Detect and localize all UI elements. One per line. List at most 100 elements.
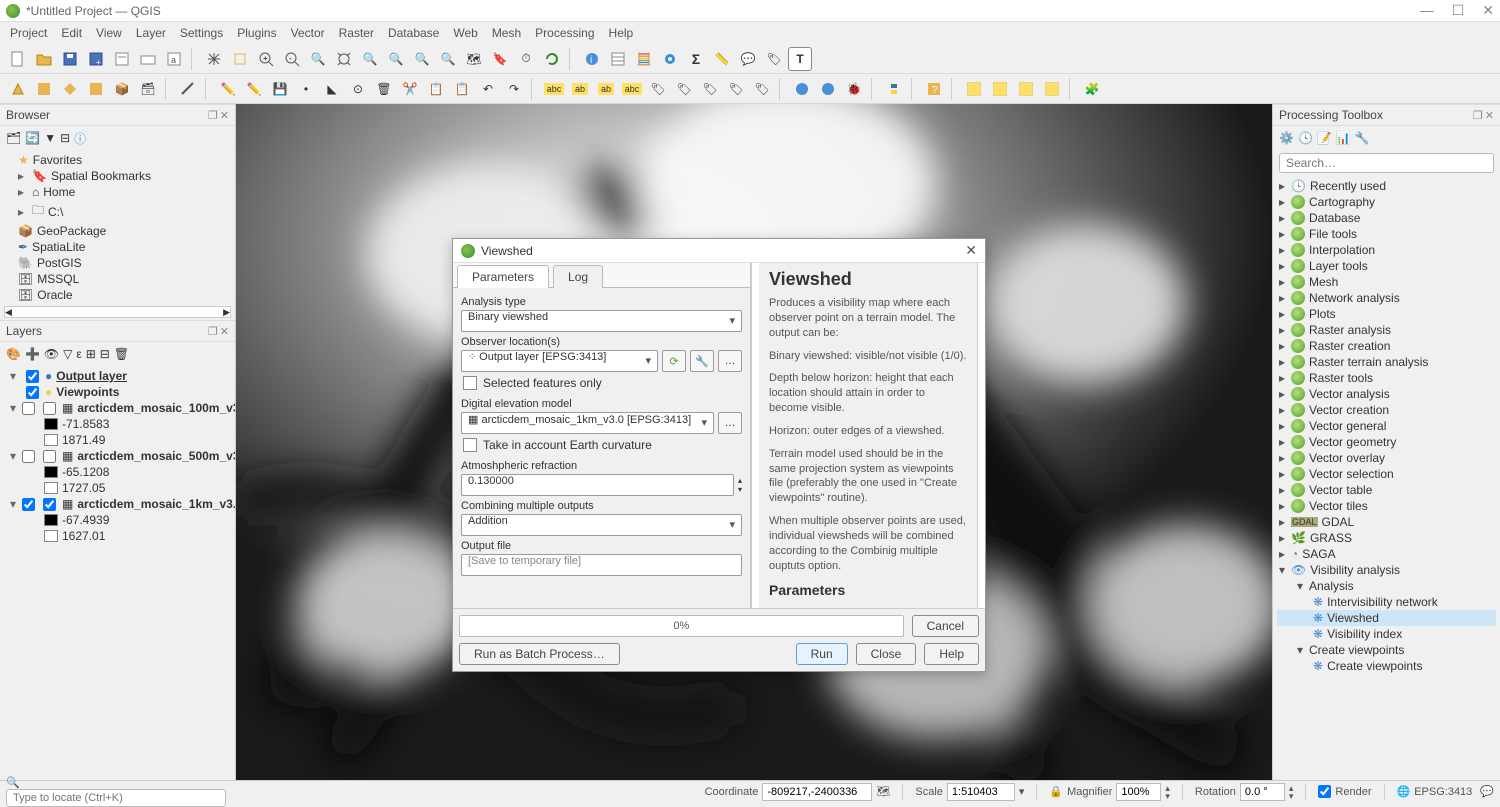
close-icon[interactable]: ✕ [1482,2,1494,19]
close-toolbox-icon[interactable]: ✕ [1485,109,1494,122]
zoom-next-icon[interactable]: 🔍 [436,47,460,71]
rp-mesh[interactable]: ▸Mesh [1277,274,1496,290]
add-layer-icon[interactable]: 🗂 [6,131,21,145]
menu-view[interactable]: View [96,26,122,40]
menu-project[interactable]: Project [10,26,47,40]
save-project-icon[interactable] [58,47,82,71]
browser-panel-header[interactable]: Browser ❐✕ [0,104,235,126]
new-map-view-icon[interactable]: 🗺 [462,47,486,71]
browser-hscroll[interactable]: ◀▶ [4,306,231,318]
menu-plugins[interactable]: Plugins [237,26,276,40]
dialog-right-scrollbar[interactable] [977,263,985,608]
rp-plots[interactable]: ▸Plots [1277,306,1496,322]
rp-vector-geometry[interactable]: ▸Vector geometry [1277,434,1496,450]
menu-processing[interactable]: Processing [535,26,594,40]
layer-100m[interactable]: ▾▦arcticdem_mosaic_100m_v3.0 [4,400,231,416]
sel-3-icon[interactable] [1014,77,1038,101]
alg-create-viewpoints[interactable]: ❋Create viewpoints [1277,658,1496,674]
zoom-last-icon[interactable]: 🔍 [410,47,434,71]
node-tool-icon[interactable]: ⊙ [346,77,370,101]
remove-layer-icon[interactable]: 🗑 [114,347,129,361]
undock-icon[interactable]: ❐ [208,109,218,122]
select-combine[interactable]: Addition [461,514,742,536]
close-layers-icon[interactable]: ✕ [220,325,229,338]
browse-observer-icon[interactable]: … [718,350,742,372]
scale-dropdown-icon[interactable]: ▾ [1019,785,1025,798]
browse-dem-icon[interactable]: … [718,412,742,434]
new-spatialite-icon[interactable]: 🗃 [136,77,160,101]
add-mesh-icon[interactable] [58,77,82,101]
rp-vector-overlay[interactable]: ▸Vector overlay [1277,450,1496,466]
style-manager-icon[interactable]: a [162,47,186,71]
menu-web[interactable]: Web [453,26,477,40]
web-2-icon[interactable] [816,77,840,101]
results-icon[interactable]: 📊 [1336,131,1351,145]
save-edits-icon[interactable]: 💾 [268,77,292,101]
browser-bookmarks[interactable]: ▸🔖Spatial Bookmarks [4,168,231,184]
layer-styling-icon[interactable]: 🎨 [6,347,21,361]
undock-toolbox-icon[interactable]: ❐ [1473,109,1483,122]
rp-grass[interactable]: ▸🌿GRASS [1277,530,1496,546]
checkbox-selected-only[interactable] [463,376,477,390]
menu-layer[interactable]: Layer [136,26,166,40]
layout-manager-icon[interactable] [136,47,160,71]
cancel-button[interactable]: Cancel [912,615,979,637]
copy-icon[interactable]: 📋 [424,77,448,101]
options-icon[interactable]: 🔧 [1355,131,1370,145]
rp-cartography[interactable]: ▸Cartography [1277,194,1496,210]
close-panel-icon[interactable]: ✕ [220,109,229,122]
sel-2-icon[interactable] [988,77,1012,101]
zoom-selection-icon[interactable]: 🔍 [358,47,382,71]
paste-icon[interactable]: 📋 [450,77,474,101]
sel-4-icon[interactable] [1040,77,1064,101]
mag-spinner[interactable]: ▴▾ [1165,784,1170,800]
print-layout-icon[interactable] [110,47,134,71]
zoom-out-icon[interactable]: - [280,47,304,71]
run-button[interactable]: Run [796,643,848,665]
text-tool-icon[interactable]: T [788,47,812,71]
properties-icon[interactable]: ⓘ [74,130,86,147]
toolbox-header[interactable]: Processing Toolbox ❐✕ [1273,104,1500,126]
label-4-icon[interactable]: abc [620,77,644,101]
collapse-icon[interactable]: ⊟ [60,131,70,145]
tab-parameters[interactable]: Parameters [457,265,549,288]
filter-layer-icon[interactable]: ▽ [63,347,72,361]
rp-vector-tiles[interactable]: ▸Vector tiles [1277,498,1496,514]
add-vector-icon[interactable] [6,77,30,101]
select-observer[interactable]: ⁘ Output layer [EPSG:3413] [461,350,658,372]
iterate-icon[interactable]: ⟳ [662,350,686,372]
menu-database[interactable]: Database [388,26,439,40]
tab-log[interactable]: Log [553,265,603,288]
coord-input[interactable] [762,783,872,801]
label-1-icon[interactable]: abc [542,77,566,101]
rp-vector-creation[interactable]: ▸Vector creation [1277,402,1496,418]
edit-pencil-icon[interactable]: ✏️ [216,77,240,101]
label-2-icon[interactable]: ab [568,77,592,101]
sb-render[interactable]: Render [1318,785,1371,798]
browser-drive[interactable]: ▸🗀C:\ [4,200,231,223]
browser-spatialite[interactable]: ✒SpatiaLite [4,239,231,255]
menu-edit[interactable]: Edit [61,26,82,40]
rp-network[interactable]: ▸Network analysis [1277,290,1496,306]
select-dem[interactable]: ▦ arcticdem_mosaic_1km_v3.0 [EPSG:3413] [461,412,714,434]
python-icon[interactable] [882,77,906,101]
rp-interpolation[interactable]: ▸Interpolation [1277,242,1496,258]
web-1-icon[interactable] [790,77,814,101]
pan-icon[interactable] [202,47,226,71]
new-project-icon[interactable] [6,47,30,71]
layer-output[interactable]: ▾●Output layer [4,368,231,384]
menu-vector[interactable]: Vector [291,26,325,40]
cut-icon[interactable]: ✂️ [398,77,422,101]
redo-icon[interactable]: ↷ [502,77,526,101]
zoom-in-icon[interactable]: + [254,47,278,71]
sel-1-icon[interactable] [962,77,986,101]
rp-raster-terrain[interactable]: ▸Raster terrain analysis [1277,354,1496,370]
open-project-icon[interactable] [32,47,56,71]
label-3-icon[interactable]: ab [594,77,618,101]
undock-layers-icon[interactable]: ❐ [208,325,218,338]
measure-icon[interactable]: 📏 [710,47,734,71]
filter-icon[interactable]: ▼ [44,131,56,145]
rp-recently-used[interactable]: ▸🕓Recently used [1277,178,1496,194]
layer-500m[interactable]: ▾▦arcticdem_mosaic_500m_v3.0 [4,448,231,464]
browser-postgis[interactable]: 🐘PostGIS [4,255,231,271]
